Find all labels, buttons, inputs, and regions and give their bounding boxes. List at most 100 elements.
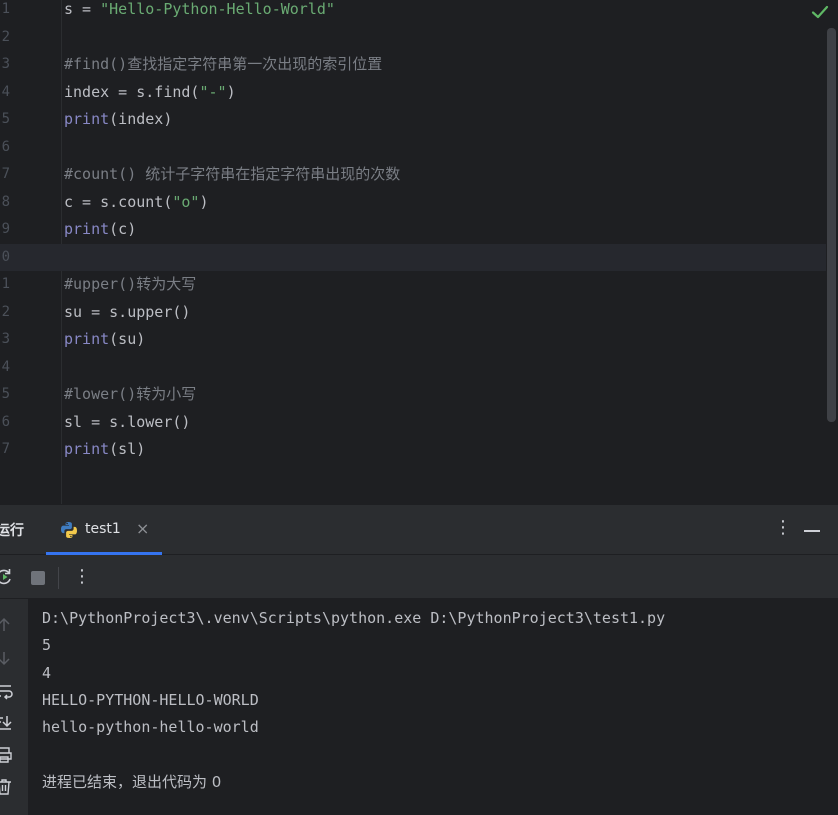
run-tool-window: 运行 test1 × ⋮ ⋮ D:\PythonProject3\.venv\S… <box>0 504 838 815</box>
console-line: D:\PythonProject3\.venv\Scripts\python.e… <box>42 609 666 627</box>
code-text: #upper()转为大写 <box>64 271 196 299</box>
code-line[interactable]: 1 #upper()转为大写 <box>0 271 826 299</box>
code-token: #upper()转为大写 <box>64 275 197 293</box>
code-token: "-" <box>199 82 227 101</box>
code-token: (c) <box>109 220 137 238</box>
python-icon <box>61 522 77 538</box>
run-panel-header: 运行 test1 × ⋮ <box>0 505 838 555</box>
console-line: HELLO-PYTHON-HELLO-WORLD <box>42 690 259 709</box>
code-text: su = s.upper() <box>64 299 190 327</box>
line-number: 5 <box>1 111 10 127</box>
more-options-icon[interactable]: ⋮ <box>774 517 792 538</box>
code-text: print(c) <box>64 216 136 244</box>
code-line[interactable]: 6 <box>0 134 826 162</box>
code-line[interactable]: 7 #count() 统计子字符串在指定字符串出现的次数 <box>0 161 826 189</box>
close-icon[interactable]: × <box>136 519 149 538</box>
code-token: sl = s.lower() <box>64 412 191 431</box>
code-text: print(index) <box>64 106 172 134</box>
code-line[interactable]: 5 print(index) <box>0 106 826 134</box>
arrow-up-icon[interactable] <box>0 615 14 635</box>
toolbar-divider <box>58 567 59 589</box>
line-number: 8 <box>1 193 10 210</box>
code-line[interactable]: 0 <box>0 243 826 271</box>
line-number: 4 <box>1 83 10 100</box>
code-text: c = s.count("o") <box>64 189 209 217</box>
tab-test1[interactable]: test1 × <box>46 505 162 555</box>
line-number: 1 <box>1 1 10 17</box>
console-line: 4 <box>42 663 52 682</box>
code-text: s = "Hello-Python-Hello-World" <box>64 0 335 24</box>
code-token: s = <box>64 0 101 18</box>
code-token: #find()查找指定字符串第一次出现的索引位置 <box>64 55 383 73</box>
code-token: index = s.find( <box>64 82 200 101</box>
line-number: 7 <box>1 441 10 457</box>
code-token: (sl) <box>109 440 146 458</box>
editor-scrollbar[interactable] <box>827 28 836 422</box>
run-toolbar: ⋮ <box>0 555 838 599</box>
check-icon[interactable] <box>810 2 830 22</box>
line-number: 0 <box>1 248 10 265</box>
line-number: 3 <box>1 331 10 347</box>
line-number: 3 <box>1 56 10 72</box>
code-line[interactable]: 4 index = s.find("-") <box>0 79 826 107</box>
line-number: 5 <box>1 386 10 402</box>
line-number: 6 <box>1 413 10 430</box>
code-token: su = s.upper() <box>64 302 191 321</box>
code-token: ) <box>226 82 236 101</box>
code-line[interactable]: 7 print(sl) <box>0 436 826 464</box>
code-editor[interactable]: 1 s = "Hello-Python-Hello-World" 2 3 #find()… <box>0 0 838 504</box>
code-line[interactable]: 8 c = s.count("o") <box>0 189 826 217</box>
code-text: #find()查找指定字符串第一次出现的索引位置 <box>64 51 382 79</box>
code-line[interactable]: 4 <box>0 354 826 382</box>
tab-label: test1 <box>85 521 121 537</box>
line-number: 7 <box>1 166 10 182</box>
code-text: #lower()转为小写 <box>64 381 196 409</box>
code-text: sl = s.lower() <box>64 409 190 437</box>
code-token: "Hello-Python-Hello-World" <box>100 0 335 18</box>
code-token: print <box>64 220 110 238</box>
code-line[interactable]: 3 print(su) <box>0 326 826 354</box>
arrow-down-icon[interactable] <box>0 648 14 668</box>
print-icon[interactable] <box>0 745 14 765</box>
line-number: 6 <box>1 138 10 155</box>
code-token: #count() 统计子字符串在指定字符串出现的次数 <box>64 165 401 183</box>
more-options-icon[interactable]: ⋮ <box>73 566 91 587</box>
code-line[interactable]: 5 #lower()转为小写 <box>0 381 826 409</box>
code-line[interactable]: 2 <box>0 24 826 52</box>
code-token: "o" <box>172 192 200 211</box>
line-number: 4 <box>1 358 10 375</box>
code-token: print <box>64 330 110 348</box>
line-number: 1 <box>1 276 10 292</box>
code-text: #count() 统计子字符串在指定字符串出现的次数 <box>64 161 400 189</box>
code-token: (su) <box>109 330 146 348</box>
console-line: hello-python-hello-world <box>42 718 259 737</box>
code-line[interactable]: 6 sl = s.lower() <box>0 409 826 437</box>
run-panel-title: 运行 <box>0 523 24 539</box>
line-number: 9 <box>1 221 10 237</box>
console-output[interactable]: D:\PythonProject3\.venv\Scripts\python.e… <box>28 599 838 815</box>
scroll-to-end-icon[interactable] <box>0 713 14 733</box>
line-number: 2 <box>1 303 10 320</box>
code-token: #lower()转为小写 <box>64 385 197 403</box>
console-side-toolbar <box>0 599 28 815</box>
code-text: print(su) <box>64 326 145 354</box>
console-line: 5 <box>42 636 52 655</box>
stop-icon[interactable] <box>31 571 45 585</box>
code-line[interactable]: 1 s = "Hello-Python-Hello-World" <box>0 0 826 24</box>
code-line[interactable]: 3 #find()查找指定字符串第一次出现的索引位置 <box>0 51 826 79</box>
code-token: ) <box>199 192 209 211</box>
rerun-icon[interactable] <box>0 567 14 587</box>
trash-icon[interactable] <box>0 777 14 797</box>
soft-wrap-icon[interactable] <box>0 681 14 701</box>
minimize-icon[interactable] <box>804 530 820 532</box>
code-token: (index) <box>109 110 173 128</box>
code-lines[interactable]: 1 s = "Hello-Python-Hello-World" 2 3 #find()… <box>0 0 826 464</box>
code-line[interactable]: 2 su = s.upper() <box>0 299 826 327</box>
code-text: index = s.find("-") <box>64 79 236 107</box>
code-line[interactable]: 9 print(c) <box>0 216 826 244</box>
code-token: print <box>64 110 110 128</box>
code-text: print(sl) <box>64 436 145 464</box>
code-token: print <box>64 440 110 458</box>
code-token: c = s.count( <box>64 192 173 211</box>
line-number: 2 <box>1 28 10 45</box>
